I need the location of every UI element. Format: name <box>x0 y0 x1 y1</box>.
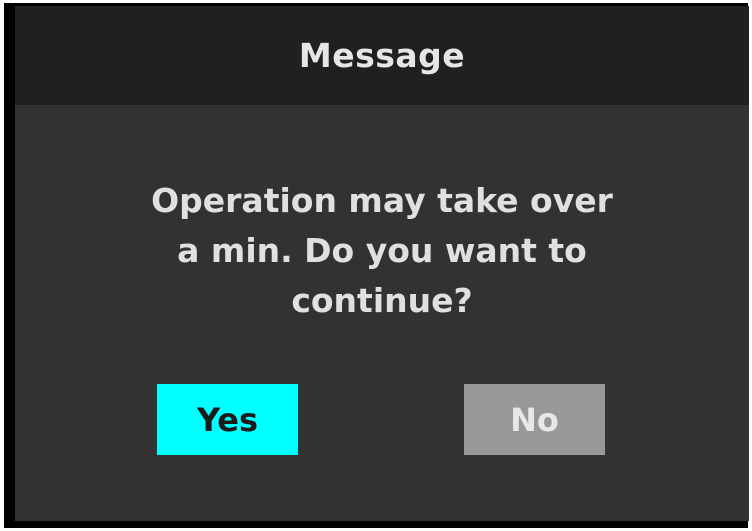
message-dialog: Message Operation may take over a min. D… <box>4 3 749 528</box>
message-line: continue? <box>291 281 473 320</box>
dialog-titlebar: Message <box>15 6 749 105</box>
dialog-title: Message <box>298 36 466 75</box>
yes-button-label: Yes <box>197 400 258 439</box>
dialog-body: Message Operation may take over a min. D… <box>15 6 749 521</box>
yes-button[interactable]: Yes <box>157 384 298 455</box>
dialog-message: Operation may take over a min. Do you wa… <box>15 176 749 326</box>
no-button-label: No <box>510 400 559 439</box>
message-line: a min. Do you want to <box>177 231 587 270</box>
message-line: Operation may take over <box>151 181 613 220</box>
no-button[interactable]: No <box>464 384 605 455</box>
